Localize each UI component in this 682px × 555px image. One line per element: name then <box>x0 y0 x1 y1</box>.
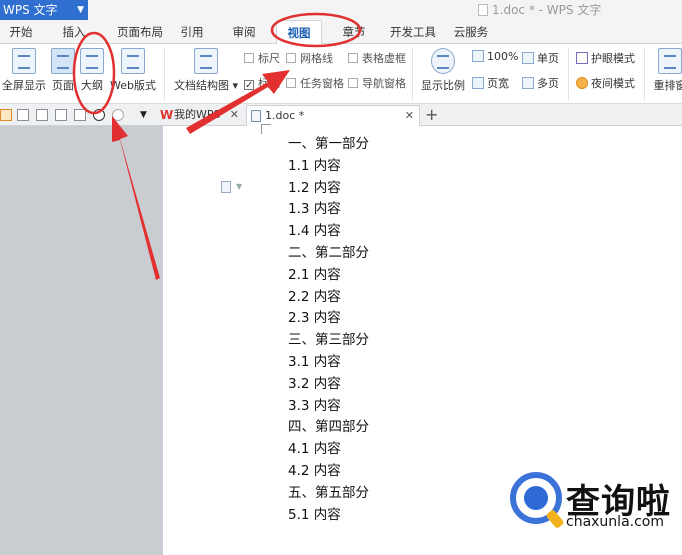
annotation-ellipse-outline <box>72 31 116 115</box>
magnifier-handle-icon <box>545 508 565 530</box>
annotation-arrow-upper <box>186 70 290 134</box>
annotation-arrow-lower <box>112 116 160 280</box>
watermark-logo: 查询啦 chaxunla.com <box>506 472 682 555</box>
annotation-ellipse-view-tab <box>270 12 362 48</box>
watermark-url: chaxunla.com <box>566 514 664 530</box>
